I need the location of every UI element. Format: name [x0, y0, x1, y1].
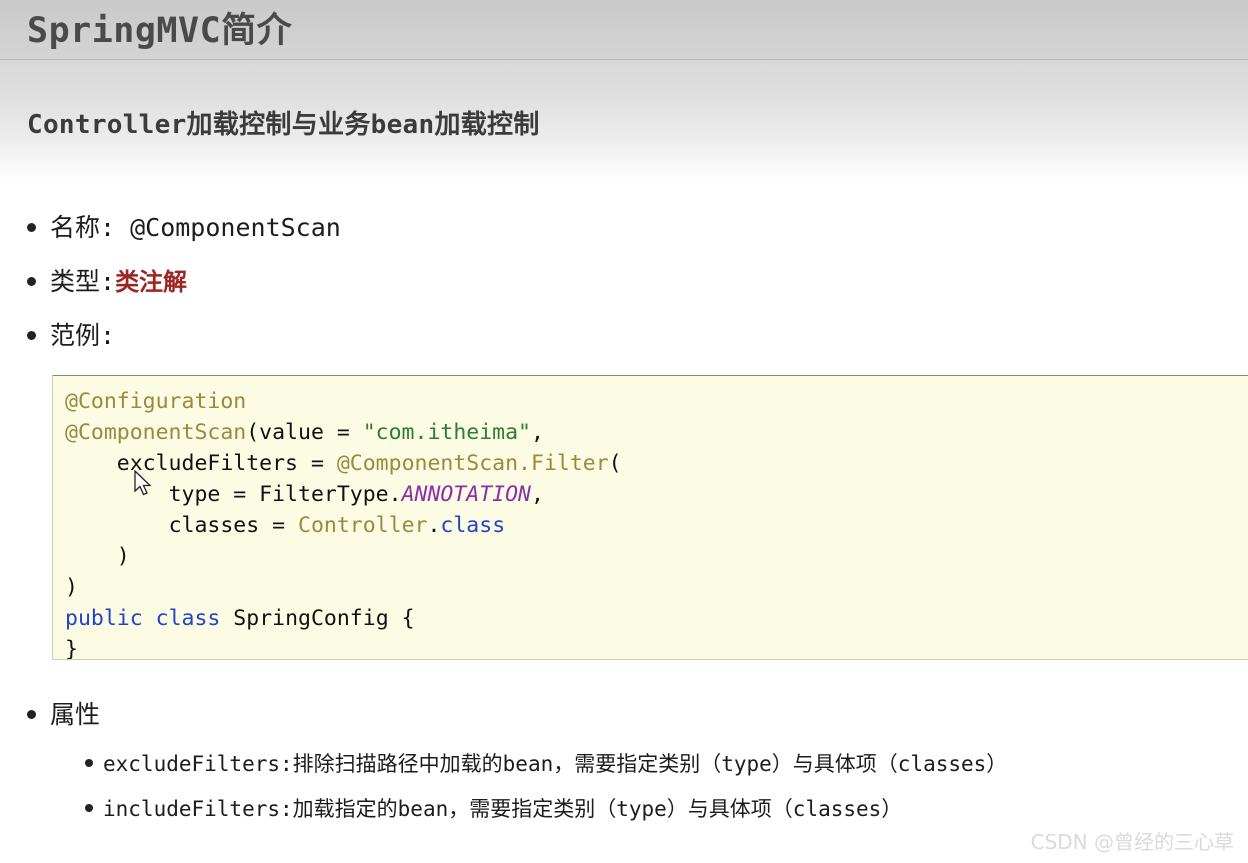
code-token-string-itheima: "com.itheima": [362, 420, 531, 445]
attribute-desc-excludefilters: 排除扫描路径中加载的bean，需要指定类别（type）与具体项（classes）: [292, 752, 1008, 776]
code-line-closing-brace: }: [65, 637, 78, 660]
code-content: @Configuration @ComponentScan(value = "c…: [53, 376, 1248, 660]
bullet-dot-icon: [85, 804, 93, 812]
code-token-comma-1: ,: [531, 420, 544, 445]
attribute-name-excludefilters: excludeFilters:: [103, 752, 293, 776]
bullet-value-type: 类注解: [115, 268, 188, 296]
code-token-controller: Controller: [298, 513, 428, 538]
list-item: includeFilters: 加载指定的bean，需要指定类别（type）与具…: [85, 793, 902, 823]
section-title: Controller加载控制与业务bean加载控制: [27, 110, 540, 140]
code-token-springconfig: SpringConfig {: [220, 606, 415, 631]
list-item: excludeFilters: 排除扫描路径中加载的bean，需要指定类别（ty…: [85, 748, 1007, 778]
code-token-public: public: [65, 606, 143, 631]
bullet-dot-icon: [27, 331, 36, 340]
bullet-dot-icon: [85, 759, 93, 767]
code-token-annotation-const: ANNOTATION: [401, 482, 532, 507]
bullet-label-type: 类型:: [50, 267, 116, 296]
code-indent-1: [65, 451, 117, 476]
watermark: CSDN @曾经的三心草: [1030, 830, 1234, 854]
attribute-name-includefilters: includeFilters:: [103, 797, 293, 821]
code-block: @Configuration @ComponentScan(value = "c…: [52, 375, 1248, 660]
page-title: SpringMVC简介: [27, 11, 293, 51]
bullet-item-type: 类型: 类注解: [27, 262, 187, 298]
bullet-dot-icon: [27, 223, 36, 232]
code-token-excludefilters: excludeFilters =: [116, 451, 337, 476]
attribute-desc-includefilters: 加载指定的bean，需要指定类别（type）与具体项（classes）: [292, 797, 903, 821]
bullet-label-example: 范例:: [50, 321, 116, 350]
code-indent-3: [65, 513, 169, 538]
code-token-comma-2: ,: [531, 482, 544, 507]
bullet-dot-icon: [27, 710, 36, 719]
code-space-1: [143, 606, 156, 631]
code-token-paren-open: (: [608, 451, 622, 476]
code-token-value-open: (value =: [246, 420, 363, 445]
code-token-componentscan-filter: @ComponentScan.Filter: [336, 451, 609, 476]
code-line-close-inner: ): [65, 544, 130, 569]
code-token-class: class: [155, 606, 221, 631]
code-line-close-outer: ): [65, 575, 78, 600]
code-token-classes: classes =: [168, 513, 299, 538]
bullet-item-attributes: 属性: [27, 695, 100, 731]
bullet-item-name: 名称: @ComponentScan: [27, 208, 341, 244]
code-token-dot: .: [427, 513, 441, 538]
bullet-label-attributes: 属性: [50, 700, 101, 729]
code-token-configuration: @Configuration: [65, 389, 247, 414]
header-divider: [0, 59, 1248, 60]
code-indent-2: [65, 482, 169, 507]
code-token-componentscan: @ComponentScan: [65, 420, 247, 445]
code-token-type-filtertype: type = FilterType.: [168, 482, 402, 507]
bullet-dot-icon: [27, 277, 36, 286]
bullet-item-example: 范例:: [27, 316, 115, 352]
bullet-label-name: 名称: @ComponentScan: [50, 213, 341, 242]
code-token-class-keyword: class: [440, 513, 506, 538]
